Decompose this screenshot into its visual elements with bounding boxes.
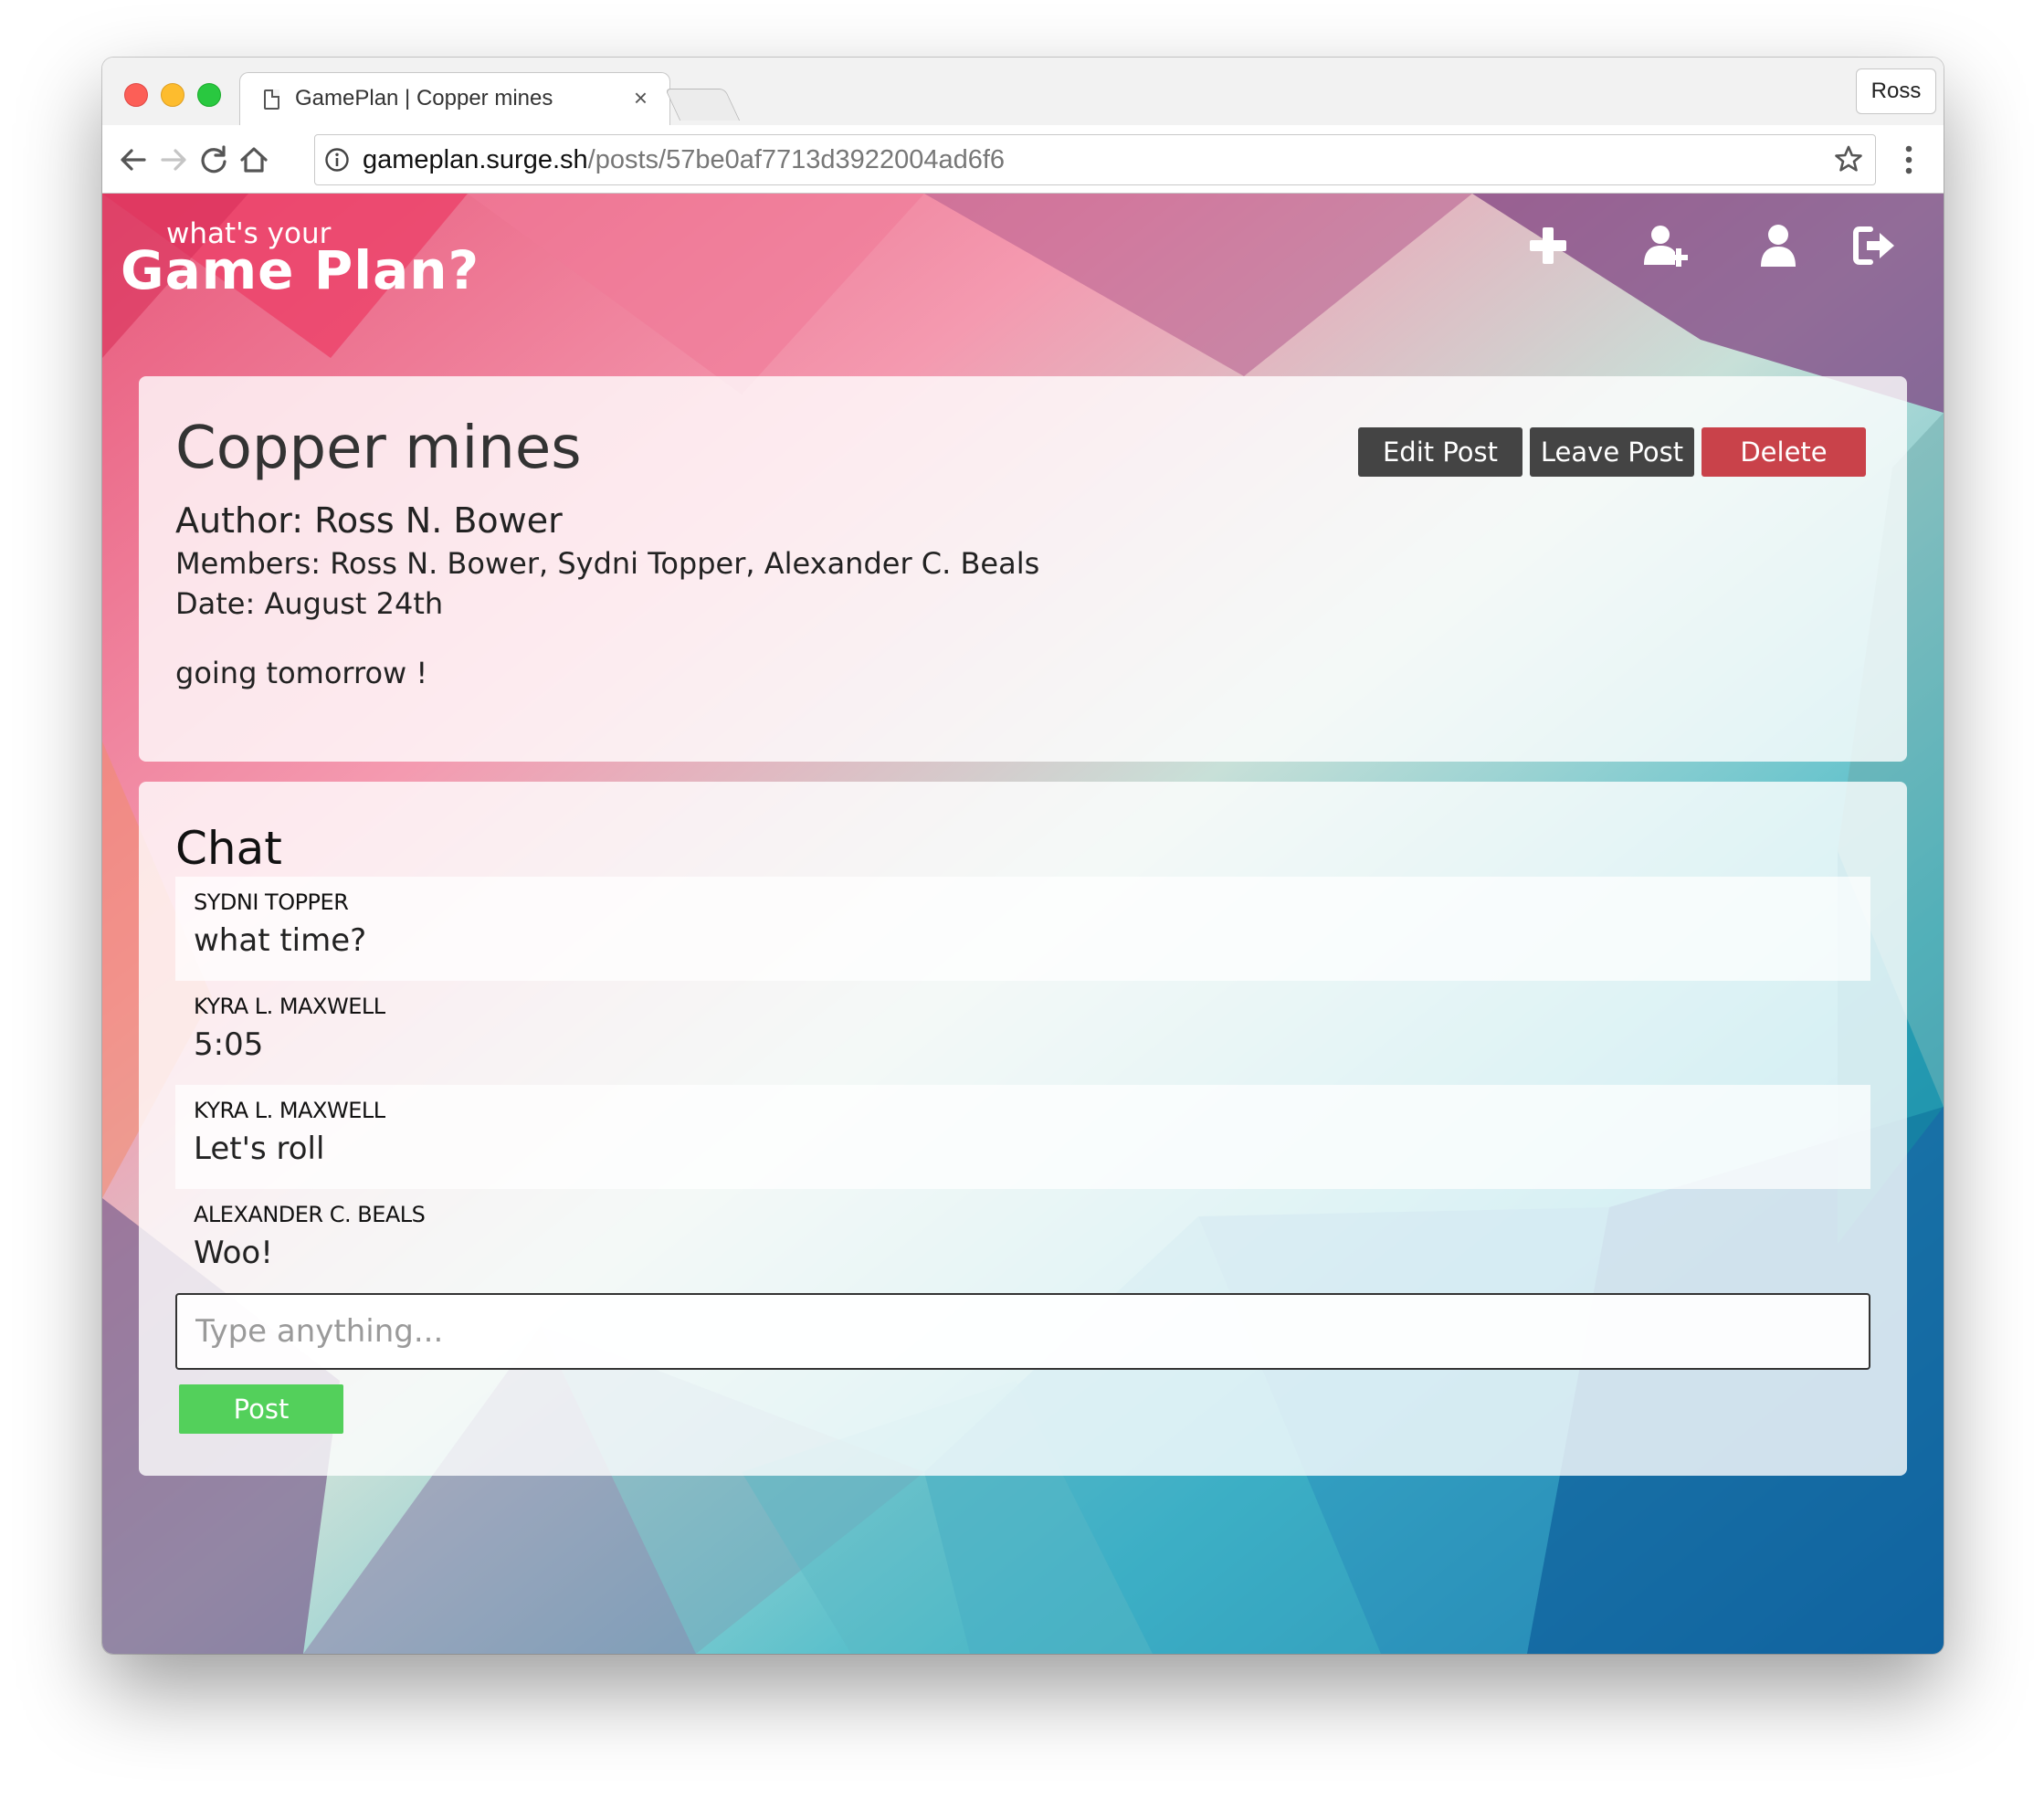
message-text: what time? — [194, 922, 367, 959]
zoom-window-button[interactable] — [197, 83, 221, 107]
reload-icon[interactable] — [195, 142, 232, 178]
post-description: going tomorrow ! — [175, 656, 428, 690]
user-plus-icon[interactable] — [1642, 221, 1691, 270]
post-card: Copper mines Author: Ross N. Bower Membe… — [139, 376, 1907, 762]
forward-arrow-icon[interactable] — [155, 142, 192, 178]
chat-message-list: SYDNI TOPPER what time? KYRA L. MAXWELL … — [175, 877, 1870, 1293]
chat-message-input[interactable] — [175, 1293, 1870, 1370]
address-bar[interactable]: gameplan.surge.sh/posts/57be0af7713d3922… — [314, 134, 1876, 185]
more-menu-icon[interactable] — [1903, 142, 1914, 178]
plus-icon[interactable] — [1523, 221, 1573, 270]
bookmark-star-icon[interactable] — [1833, 143, 1864, 174]
message-text: Let's roll — [194, 1131, 325, 1167]
post-author: Author: Ross N. Bower — [175, 500, 563, 541]
chat-message: KYRA L. MAXWELL 5:05 — [175, 981, 1870, 1085]
home-icon[interactable] — [236, 142, 272, 178]
sign-out-icon[interactable] — [1850, 221, 1900, 270]
chat-title: Chat — [175, 822, 282, 875]
user-icon[interactable] — [1754, 221, 1803, 270]
url-host: gameplan.surge.sh — [363, 145, 588, 174]
chat-message: KYRA L. MAXWELL Let's roll — [175, 1085, 1870, 1189]
delete-post-button[interactable]: Delete — [1702, 427, 1866, 477]
info-icon[interactable] — [324, 147, 350, 173]
post-message-button[interactable]: Post — [179, 1384, 343, 1434]
post-members: Members: Ross N. Bower, Sydni Topper, Al… — [175, 546, 1040, 581]
url-text[interactable]: gameplan.surge.sh/posts/57be0af7713d3922… — [363, 145, 1005, 175]
post-date: Date: August 24th — [175, 586, 444, 621]
message-author: ALEXANDER C. BEALS — [194, 1202, 426, 1227]
back-arrow-icon[interactable] — [115, 142, 152, 178]
chat-card: Chat SYDNI TOPPER what time? KYRA L. MAX… — [139, 782, 1907, 1476]
message-author: KYRA L. MAXWELL — [194, 994, 385, 1019]
chat-message: SYDNI TOPPER what time? — [175, 877, 1870, 981]
browser-toolbar: gameplan.surge.sh/posts/57be0af7713d3922… — [102, 125, 1944, 193]
browser-window: GamePlan | Copper mines × Ross gameplan.… — [102, 58, 1944, 1654]
tab-close-icon[interactable]: × — [634, 84, 648, 112]
post-title: Copper mines — [175, 415, 582, 482]
profile-button[interactable]: Ross — [1856, 68, 1936, 114]
message-author: SYDNI TOPPER — [194, 889, 349, 915]
edit-post-button[interactable]: Edit Post — [1358, 427, 1522, 477]
browser-tab[interactable]: GamePlan | Copper mines × — [239, 72, 670, 126]
message-text: 5:05 — [194, 1026, 264, 1063]
message-text: Woo! — [194, 1235, 273, 1271]
url-path: /posts/57be0af7713d3922004ad6f6 — [587, 145, 1006, 174]
document-icon — [264, 89, 279, 110]
chat-message: ALEXANDER C. BEALS Woo! — [175, 1189, 1870, 1293]
minimize-window-button[interactable] — [161, 83, 184, 107]
new-tab-button[interactable] — [664, 89, 741, 121]
message-author: KYRA L. MAXWELL — [194, 1098, 385, 1123]
page-content: what's your Game Plan? Copper mines Auth… — [102, 194, 1944, 1654]
leave-post-button[interactable]: Leave Post — [1530, 427, 1694, 477]
close-window-button[interactable] — [124, 83, 148, 107]
logo-title: Game Plan? — [121, 239, 480, 301]
tab-title: GamePlan | Copper mines — [295, 86, 553, 110]
browser-chrome: GamePlan | Copper mines × Ross gameplan.… — [102, 58, 1944, 194]
